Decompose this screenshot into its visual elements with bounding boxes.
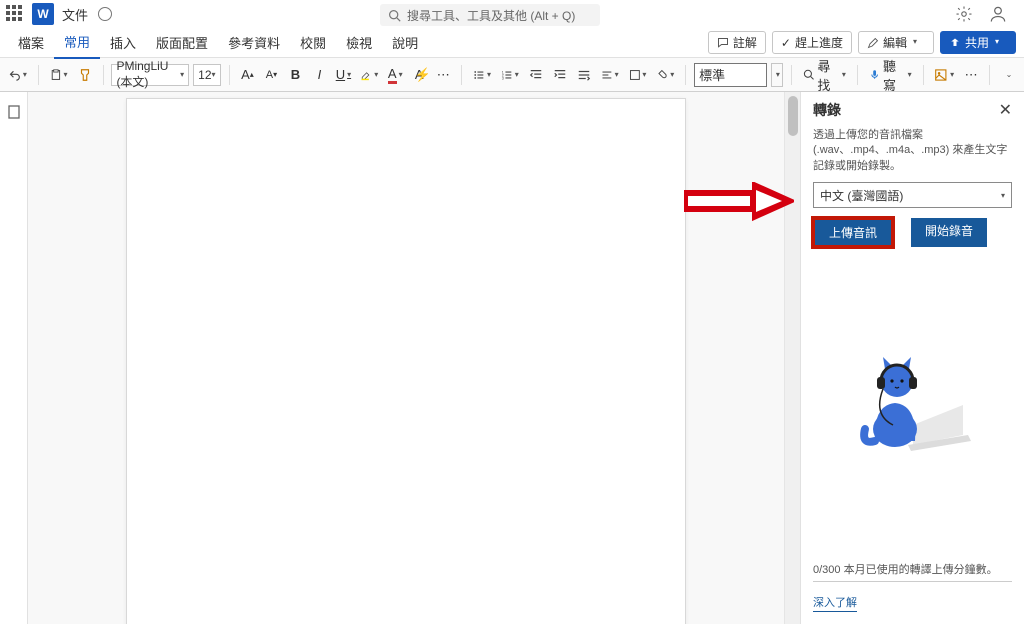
decrease-indent-button[interactable] [526, 63, 546, 87]
comments-button[interactable]: 註解 [708, 31, 766, 54]
chevron-down-icon: ▾ [913, 37, 925, 49]
style-select[interactable]: 標準 [694, 63, 766, 87]
tab-home[interactable]: 常用 [54, 26, 100, 59]
dictate-button[interactable]: 聽寫▾ [866, 63, 915, 87]
search-icon [803, 68, 814, 81]
find-label: 尋找 [817, 56, 840, 94]
upload-audio-button[interactable]: 上傳音訊 [813, 218, 893, 247]
font-name-value: PMingLiU (本文) [116, 59, 180, 90]
search-placeholder: 搜尋工具、工具及其他 (Alt + Q) [407, 7, 575, 24]
vertical-scrollbar[interactable] [784, 92, 800, 624]
pages-pane-button[interactable] [3, 100, 25, 124]
tab-file[interactable]: 檔案 [8, 27, 54, 58]
tab-insert[interactable]: 插入 [100, 27, 146, 58]
font-color-button[interactable]: A▾ [385, 63, 405, 87]
paste-button[interactable]: ▾ [47, 63, 71, 87]
comment-icon [717, 37, 729, 49]
catchup-button[interactable]: ✓ 趕上進度 [772, 31, 852, 54]
underline-button[interactable]: U▾ [333, 63, 353, 87]
font-name-select[interactable]: PMingLiU (本文)▾ [111, 64, 189, 86]
tab-references[interactable]: 參考資料 [218, 27, 290, 58]
workspace: 轉錄 ✕ 透過上傳您的音訊檔案 (.wav、.mp4、.m4a、.mp3) 來產… [0, 92, 1024, 624]
dictate-label: 聽寫 [883, 56, 906, 94]
search-icon [388, 9, 401, 22]
mic-icon [869, 68, 880, 81]
highlight-button[interactable]: ▾ [357, 63, 381, 87]
undo-button[interactable]: ▾ [6, 63, 30, 87]
increase-indent-button[interactable] [550, 63, 570, 87]
language-value: 中文 (臺灣國語) [820, 187, 903, 204]
italic-button[interactable]: I [309, 63, 329, 87]
format-painter-button[interactable] [75, 63, 95, 87]
share-icon [949, 37, 961, 49]
title-bar: W 文件 搜尋工具、工具及其他 (Alt + Q) [0, 0, 1024, 28]
grow-font-button[interactable]: A▴ [237, 63, 257, 87]
font-size-select[interactable]: 12▾ [193, 64, 220, 86]
panel-description: 透過上傳您的音訊檔案 (.wav、.mp4、.m4a、.mp3) 來產生文字記錄… [801, 128, 1024, 182]
panel-title: 轉錄 [813, 100, 841, 120]
catchup-icon: ✓ [781, 36, 791, 50]
editing-label: 編輯 [883, 34, 907, 51]
chevron-down-icon: ▾ [1001, 191, 1005, 200]
comments-label: 註解 [733, 34, 757, 51]
settings-icon[interactable] [954, 4, 974, 24]
ribbon-toggle-button[interactable]: ⌄ [998, 63, 1018, 87]
page[interactable] [126, 98, 686, 624]
clear-format-button[interactable]: A⚡ [409, 63, 429, 87]
text-direction-button[interactable] [574, 63, 594, 87]
navigation-rail [0, 92, 28, 624]
editing-mode-button[interactable]: 編輯 ▾ [858, 31, 934, 54]
home-toolbar: ▾ ▾ PMingLiU (本文)▾ 12▾ A▴ A▾ B I U▾ ▾ A▾… [0, 58, 1024, 92]
designer-button[interactable]: ▾ [931, 63, 957, 87]
tab-layout[interactable]: 版面配置 [146, 27, 218, 58]
shading-button[interactable]: ▾ [653, 63, 677, 87]
chevron-down-icon: ▾ [995, 37, 1007, 49]
share-label: 共用 [965, 34, 989, 51]
borders-button[interactable]: ▾ [626, 63, 650, 87]
document-canvas[interactable] [28, 92, 784, 624]
shrink-font-button[interactable]: A▾ [261, 63, 281, 87]
font-size-value: 12 [198, 68, 211, 82]
more-commands-button[interactable]: ⋯ [961, 63, 981, 87]
style-value: 標準 [699, 65, 725, 84]
ribbon-tabs: 檔案 常用 插入 版面配置 參考資料 校閱 檢視 說明 註解 ✓ 趕上進度 編輯… [0, 28, 1024, 58]
numbering-button[interactable]: 123▾ [498, 63, 522, 87]
search-input[interactable]: 搜尋工具、工具及其他 (Alt + Q) [380, 4, 600, 26]
bold-button[interactable]: B [285, 63, 305, 87]
catchup-label: 趕上進度 [795, 34, 843, 51]
bullets-button[interactable]: ▾ [470, 63, 494, 87]
more-font-button[interactable]: ⋯ [433, 63, 453, 87]
account-avatar-icon[interactable] [988, 4, 1008, 24]
tab-review[interactable]: 校閱 [290, 27, 336, 58]
svg-text:3: 3 [502, 76, 504, 80]
tab-view[interactable]: 檢視 [336, 27, 382, 58]
document-title[interactable]: 文件 [62, 5, 88, 24]
scrollbar-thumb[interactable] [788, 96, 798, 136]
tab-help[interactable]: 說明 [382, 27, 428, 58]
style-dropdown-button[interactable]: ▾ [771, 63, 784, 87]
find-button[interactable]: 尋找▾ [800, 63, 849, 87]
start-recording-button[interactable]: 開始錄音 [911, 218, 987, 247]
pencil-icon [867, 37, 879, 49]
transcribe-panel: 轉錄 ✕ 透過上傳您的音訊檔案 (.wav、.mp4、.m4a、.mp3) 來產… [800, 92, 1024, 624]
word-app-icon: W [32, 3, 54, 25]
close-icon[interactable]: ✕ [999, 100, 1012, 120]
share-button[interactable]: 共用 ▾ [940, 31, 1016, 54]
learn-more-link[interactable]: 深入了解 [813, 594, 857, 612]
app-launcher-icon[interactable] [6, 5, 24, 23]
usage-text: 0/300 本月已使用的轉譯上傳分鐘數。 [813, 561, 1012, 577]
saved-status-icon [98, 7, 112, 21]
panel-illustration [801, 247, 1024, 553]
language-select[interactable]: 中文 (臺灣國語) ▾ [813, 182, 1012, 208]
align-button[interactable]: ▾ [598, 63, 622, 87]
